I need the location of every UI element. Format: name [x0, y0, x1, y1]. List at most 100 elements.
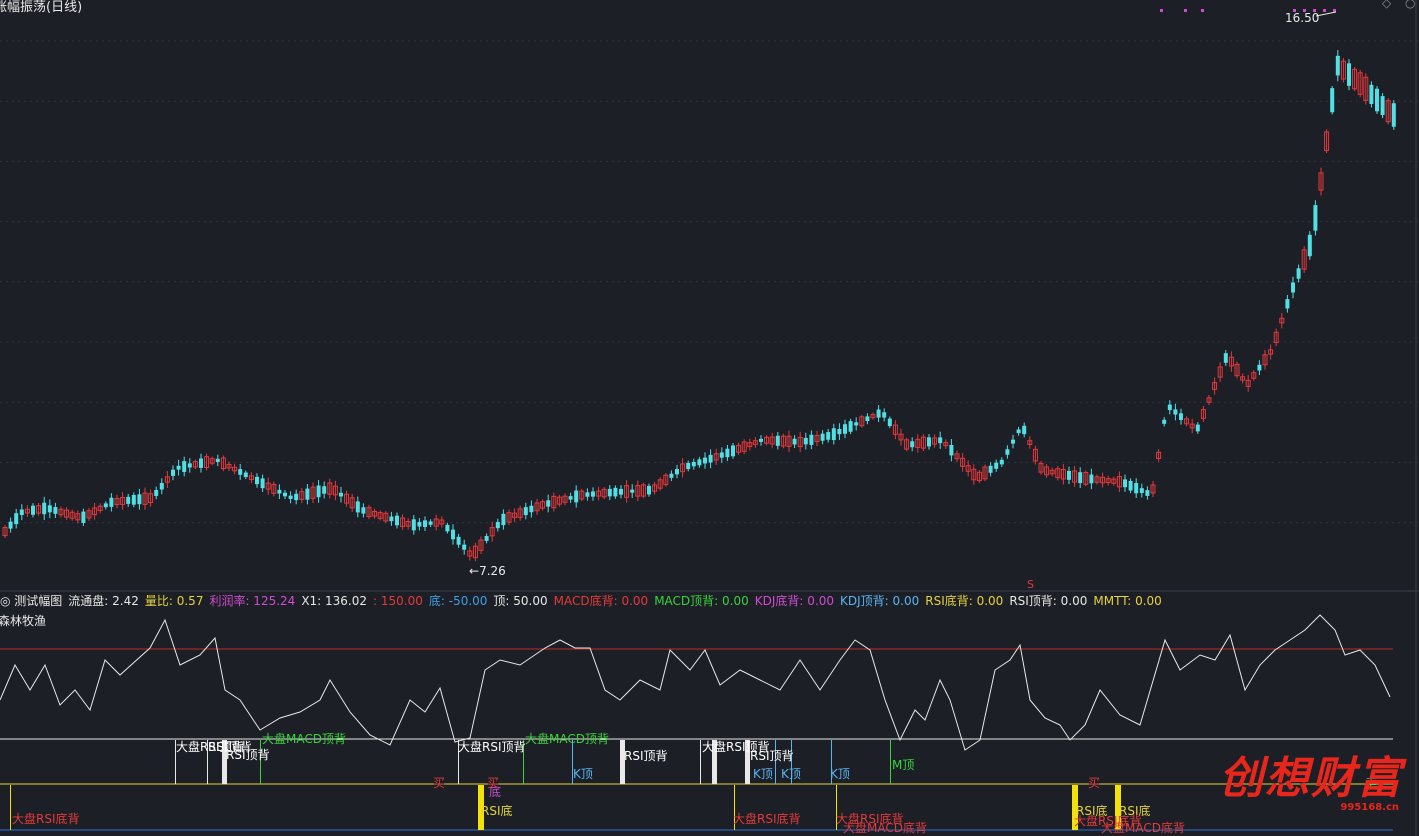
candle-body-down — [31, 505, 35, 515]
candle-body-down — [159, 482, 164, 490]
candle-body-down — [988, 465, 993, 473]
stock-chart-window: 涨幅振荡(日线) ◇ ○ 16.50 ←7.26 S ◎ 测试幅图 流通盘: 2.… — [0, 0, 1419, 836]
candle-body-down — [126, 496, 131, 504]
info-item-2: 量比: 0.57 — [144, 594, 204, 608]
candle-body-down — [428, 521, 433, 525]
close-icon[interactable]: ○ — [1405, 0, 1415, 10]
candle-body-down — [999, 459, 1004, 465]
candle-body-down — [792, 438, 797, 445]
candle-body-down — [495, 521, 500, 529]
candle-body-down — [395, 515, 399, 526]
candle-body-down — [238, 469, 243, 475]
candle-body-down — [1145, 490, 1150, 496]
signal-label: RSI底 — [481, 804, 513, 818]
candle-body-down — [910, 441, 915, 448]
settings-icon[interactable]: ◇ — [1382, 0, 1391, 10]
candle-body-down — [719, 452, 724, 458]
candle-body-down — [1375, 88, 1379, 112]
candle-body-down — [591, 491, 595, 497]
candle-body-down — [1369, 84, 1374, 105]
candle-body-down — [1223, 353, 1228, 363]
candle-body-down — [759, 438, 763, 442]
signal-label: RSI顶背 — [624, 749, 668, 763]
candle-body-down — [927, 437, 931, 447]
candle-body-down — [613, 487, 618, 497]
candle-body-down — [876, 409, 881, 418]
candle-body-down — [669, 473, 674, 478]
candle-body-down — [154, 490, 159, 496]
candle-body-down — [1173, 409, 1178, 415]
high-price-label: 16.50 — [1285, 11, 1320, 25]
signal-label: K顶 — [830, 767, 850, 781]
info-item-5: : 150.00 — [373, 594, 423, 608]
candle-body-down — [887, 418, 892, 427]
candle-body-down — [182, 461, 187, 472]
candle-body-down — [456, 536, 461, 545]
candle-body-down — [809, 434, 814, 445]
top-signal-bar — [700, 740, 701, 784]
candle-body-down — [882, 412, 887, 418]
candle-body-down — [1139, 488, 1144, 493]
signal-label: 大盘RSI顶背 — [458, 740, 526, 754]
signal-label: 买 — [1088, 776, 1101, 790]
sell-marker: S — [1027, 578, 1034, 591]
candle-body-down — [1335, 55, 1340, 76]
top-signal-bar — [890, 740, 891, 784]
info-item-8: MACD底背: 0.00 — [553, 594, 649, 608]
candle-body-down — [53, 507, 58, 514]
signal-dot — [1201, 9, 1204, 12]
candle-body-down — [647, 485, 651, 495]
signal-label: M顶 — [892, 758, 915, 772]
signal-dot — [1323, 9, 1326, 12]
candle-body-down — [1089, 474, 1094, 484]
candle-body-down — [42, 502, 47, 515]
signal-label: K顶 — [753, 767, 773, 781]
candle-body-down — [843, 424, 847, 434]
signal-label: 大盘MACD底背 — [1101, 821, 1185, 835]
top-signal-bar — [260, 740, 261, 784]
signal-label: 大盘MACD顶背 — [525, 732, 609, 746]
candle-body-down — [837, 429, 842, 435]
subchart-title: 森林牧渔 — [0, 614, 47, 628]
signal-label: 大盘MACD顶背 — [262, 732, 346, 746]
info-item-1: 流通盘: 2.42 — [68, 594, 139, 608]
signal-label: 大盘RSI底背 — [12, 812, 80, 826]
price-chart-canvas[interactable] — [0, 0, 1419, 836]
signal-dot — [1184, 9, 1187, 12]
signal-label: K顶 — [781, 767, 801, 781]
candle-body-down — [501, 513, 506, 526]
candle-body-down — [1307, 234, 1312, 257]
info-item-13: RSI顶背: 0.00 — [1009, 594, 1088, 608]
candle-body-down — [243, 472, 248, 478]
signal-label: 大盘MACD底背 — [843, 821, 927, 835]
candle-body-down — [339, 492, 343, 497]
candle-body-down — [355, 501, 360, 513]
info-item-11: KDJ顶背: 0.00 — [840, 594, 920, 608]
candle-body-down — [523, 507, 528, 516]
candle-body-down — [630, 489, 635, 493]
info-item-3: 利润率: 125.24 — [209, 594, 296, 608]
candle-body-down — [389, 516, 394, 522]
candle-body-down — [411, 519, 416, 531]
candle-body-down — [361, 507, 366, 514]
candle-body-down — [938, 437, 943, 444]
candle-body-down — [708, 454, 713, 463]
candle-body-down — [288, 495, 293, 499]
candle-body-down — [277, 489, 282, 494]
candle-body-down — [294, 493, 299, 501]
candle-body-down — [731, 445, 735, 457]
candle-body-down — [826, 432, 831, 440]
candle-body-down — [529, 505, 534, 513]
signal-label: 大盘RSI底背 — [733, 812, 801, 826]
candle-body-down — [1016, 429, 1021, 434]
candle-body-down — [691, 462, 696, 467]
signal-label: 买 — [487, 776, 500, 790]
signal-label: 买 — [433, 776, 446, 790]
candle-body-down — [725, 448, 730, 458]
candle-body-down — [109, 497, 114, 507]
candle-body-down — [1134, 482, 1139, 494]
candle-body-down — [462, 544, 467, 550]
candle-body-down — [260, 478, 265, 489]
indicator-info-bar: ◎ 测试幅图 流通盘: 2.42 量比: 0.57 利润率: 125.24 X1: 13… — [0, 593, 1168, 609]
candle-body-down — [215, 458, 220, 463]
